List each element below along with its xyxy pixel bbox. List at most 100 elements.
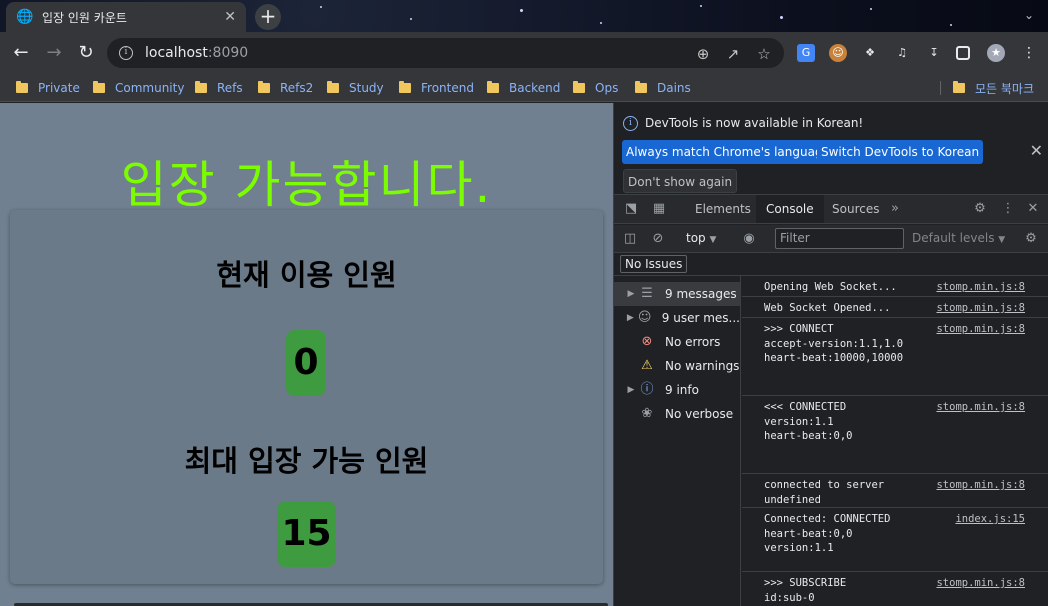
folder-icon bbox=[93, 81, 105, 93]
new-tab-button[interactable]: + bbox=[255, 4, 281, 30]
more-tabs-icon[interactable]: » bbox=[886, 201, 904, 217]
close-devtools-icon[interactable]: ✕ bbox=[1024, 201, 1042, 217]
tab-strip: 🌐 입장 인원 카운트 ✕ + ⌄ bbox=[0, 0, 1048, 32]
browser-toolbar: ← → ↻ i localhost:8090 ⊕ ↗ ☆ G ☺ ❖ ♫ ↧ ★… bbox=[0, 32, 1048, 74]
log-source-link[interactable]: stomp.min.js:8 bbox=[936, 322, 1025, 337]
switch-korean-button[interactable]: Switch DevTools to Korean bbox=[817, 140, 984, 164]
expand-arrow-icon: ▶ bbox=[627, 385, 635, 395]
log-text: Web Socket Opened... bbox=[764, 302, 891, 314]
folder-icon bbox=[487, 81, 499, 93]
sidebar-toggle-icon[interactable]: ◫ bbox=[621, 231, 639, 247]
sidebar-item-verbose[interactable]: ❀ No verbose bbox=[614, 402, 740, 426]
tab-elements[interactable]: Elements bbox=[685, 195, 761, 223]
address-bar[interactable]: i localhost:8090 ⊕ ↗ ☆ bbox=[107, 38, 784, 68]
device-toolbar-icon[interactable]: ▦ bbox=[650, 201, 668, 217]
tab-console[interactable]: Console bbox=[756, 195, 824, 223]
chevron-down-icon: ▼ bbox=[998, 235, 1006, 245]
context-label: top bbox=[686, 231, 706, 245]
log-source-link[interactable]: stomp.min.js:8 bbox=[936, 478, 1025, 493]
count-card: 현재 이용 인원 0 최대 입장 가능 인원 15 bbox=[10, 210, 603, 584]
console-settings-icon[interactable]: ⚙ bbox=[1022, 231, 1040, 247]
side-panel-icon[interactable] bbox=[956, 46, 970, 60]
bookmark-folder[interactable]: Private bbox=[16, 79, 80, 97]
sidebar-item-label: No verbose bbox=[665, 407, 734, 421]
log-source-link[interactable]: stomp.min.js:8 bbox=[936, 280, 1025, 295]
log-source-link[interactable]: index.js:15 bbox=[955, 512, 1025, 527]
bookmark-folder[interactable]: Refs bbox=[195, 79, 243, 97]
media-queue-icon[interactable]: ♫ bbox=[893, 44, 911, 62]
back-icon[interactable]: ← bbox=[9, 41, 33, 65]
sidebar-item-label: 9 messages bbox=[665, 287, 737, 301]
sidebar-item-info[interactable]: ▶ ⓘ 9 info bbox=[614, 378, 740, 402]
bookmarks-bar: Private Community Refs Refs2 Study Front… bbox=[0, 74, 1048, 102]
forward-icon[interactable]: → bbox=[42, 41, 66, 65]
console-log-row: connected to server undefined stomp.min.… bbox=[742, 474, 1048, 508]
sidebar-item-warnings[interactable]: ⚠ No warnings bbox=[614, 354, 740, 378]
more-options-icon[interactable]: ⋮ bbox=[999, 201, 1017, 217]
context-selector[interactable]: top ▼ bbox=[686, 231, 716, 245]
settings-gear-icon[interactable]: ⚙ bbox=[971, 201, 989, 217]
chrome-menu-icon[interactable]: ⋮ bbox=[1020, 44, 1038, 62]
bookmark-folder[interactable]: Backend bbox=[487, 79, 560, 97]
tab-search-icon[interactable]: ⌄ bbox=[1024, 8, 1034, 22]
star-decoration bbox=[700, 5, 702, 7]
console-toolbar: ◫ ⊘ top ▼ ◉ Filter Default levels ▼ ⚙ bbox=[614, 225, 1048, 253]
bookmark-folder[interactable]: Refs2 bbox=[258, 79, 313, 97]
log-levels-dropdown[interactable]: Default levels ▼ bbox=[912, 231, 1005, 245]
no-issues-button[interactable]: No Issues bbox=[620, 255, 688, 273]
folder-icon bbox=[327, 81, 339, 93]
folder-icon bbox=[573, 81, 585, 93]
inspect-element-icon[interactable]: ⬔ bbox=[622, 201, 640, 217]
bookmark-folder[interactable]: Study bbox=[327, 79, 384, 97]
eye-icon[interactable]: ◉ bbox=[740, 231, 758, 247]
bookmark-folder[interactable]: Ops bbox=[573, 79, 618, 97]
avatar-extension-icon[interactable]: ☺ bbox=[829, 44, 847, 62]
address-port: :8090 bbox=[207, 45, 249, 61]
profile-avatar[interactable]: ★ bbox=[987, 44, 1005, 62]
tab-sources[interactable]: Sources bbox=[822, 195, 889, 223]
page-viewport: 입장 가능합니다. 현재 이용 인원 0 최대 입장 가능 인원 15 bbox=[0, 103, 613, 606]
folder-icon bbox=[635, 81, 647, 93]
bookmark-folder[interactable]: Dains bbox=[635, 79, 691, 97]
bookmark-star-icon[interactable]: ☆ bbox=[755, 45, 773, 63]
browser-tab[interactable]: 🌐 입장 인원 카운트 ✕ bbox=[6, 2, 246, 32]
sidebar-item-errors[interactable]: ⊗ No errors bbox=[614, 330, 740, 354]
tab-close-icon[interactable]: ✕ bbox=[224, 9, 236, 25]
sidebar-item-label: No warnings bbox=[665, 359, 740, 373]
all-bookmarks-folder[interactable]: 모든 북마크 bbox=[953, 79, 1034, 97]
dont-show-again-button[interactable]: Don't show again bbox=[623, 169, 738, 193]
sidebar-item-messages[interactable]: ▶ ☰ 9 messages bbox=[614, 282, 740, 306]
share-icon[interactable]: ↗ bbox=[724, 45, 742, 63]
console-log-row: Connected: CONNECTED heart-beat:0,0 vers… bbox=[742, 508, 1048, 572]
bookmarks-divider bbox=[940, 81, 941, 95]
clear-console-icon[interactable]: ⊘ bbox=[649, 231, 667, 247]
close-icon[interactable]: ✕ bbox=[1030, 141, 1043, 160]
notice-message: DevTools is now available in Korean! bbox=[645, 116, 864, 130]
match-language-button[interactable]: Always match Chrome's language bbox=[622, 140, 834, 164]
download-icon[interactable]: ↧ bbox=[925, 44, 943, 62]
filter-input[interactable]: Filter bbox=[775, 228, 904, 249]
folder-icon bbox=[258, 81, 270, 93]
site-info-icon[interactable]: i bbox=[119, 46, 133, 60]
log-source-link[interactable]: stomp.min.js:8 bbox=[936, 576, 1025, 591]
list-icon: ☰ bbox=[641, 286, 653, 301]
bookmark-folder[interactable]: Frontend bbox=[399, 79, 474, 97]
reload-icon[interactable]: ↻ bbox=[74, 41, 98, 65]
translate-extension-icon[interactable]: G bbox=[797, 44, 815, 62]
devtools-tabbar: ⬔ ▦ Elements Console Sources » ⚙ ⋮ ✕ bbox=[614, 195, 1048, 224]
current-count-label: 현재 이용 인원 bbox=[216, 258, 397, 292]
log-source-link[interactable]: stomp.min.js:8 bbox=[936, 301, 1025, 316]
info-icon: ⓘ bbox=[640, 382, 654, 397]
sidebar-item-label: 9 user mes... bbox=[661, 311, 740, 325]
zoom-icon[interactable]: ⊕ bbox=[694, 45, 712, 63]
bug-icon: ❀ bbox=[641, 406, 653, 421]
bookmark-folder[interactable]: Community bbox=[93, 79, 184, 97]
current-count-badge: 0 bbox=[286, 330, 326, 396]
sidebar-item-user-messages[interactable]: ▶ ☺ 9 user mes... bbox=[614, 306, 740, 330]
expand-arrow-icon: ▶ bbox=[627, 289, 635, 299]
log-source-link[interactable]: stomp.min.js:8 bbox=[936, 400, 1025, 415]
console-log-row: >>> CONNECT accept-version:1.1,1.0 heart… bbox=[742, 318, 1048, 396]
sidebar-item-label: No errors bbox=[665, 335, 721, 349]
extensions-puzzle-icon[interactable]: ❖ bbox=[861, 44, 879, 62]
star-decoration bbox=[320, 6, 322, 8]
